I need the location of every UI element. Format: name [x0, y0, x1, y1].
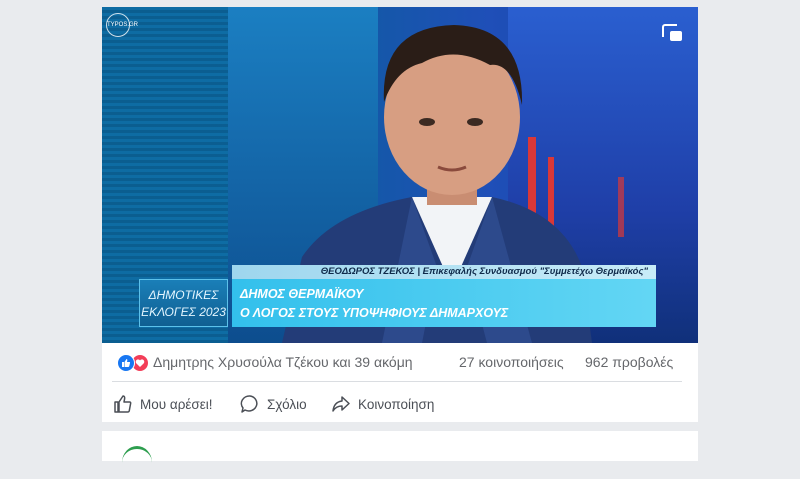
- next-post-card: [102, 431, 698, 461]
- views-count: 962 προβολές: [585, 354, 674, 370]
- lower-third-headline-2: Ο ΛΟΓΟΣ ΣΤΟΥΣ ΥΠΟΨΗΦΙΟΥΣ ΔΗΜΑΡΧΟΥΣ: [240, 306, 509, 320]
- like-button[interactable]: Μου αρέσει!: [113, 393, 213, 415]
- engagement-stats: Δημητρης Χρυσούλα Τζέκου και 39 ακόμη 27…: [102, 351, 698, 375]
- action-bar: Μου αρέσει! Σχόλιο Κοινοποίηση: [102, 389, 698, 419]
- avatar[interactable]: [122, 446, 152, 479]
- video-player[interactable]: TYPOS.GR ΘΕΟΔΩΡΟΣ ΤΖΕΚΟΣ | Επικεφαλής Συ…: [102, 7, 698, 343]
- comment-label: Σχόλιο: [267, 396, 307, 412]
- reaction-icons[interactable]: [117, 354, 151, 372]
- lower-third-headline-1: ΔΗΜΟΣ ΘΕΡΜΑΪΚΟΥ: [240, 287, 364, 301]
- lower-third-name: ΘΕΟΔΩΡΟΣ ΤΖΕΚΟΣ | Επικεφαλής Συνδυασμού …: [232, 265, 656, 279]
- share-label: Κοινοποίηση: [358, 396, 435, 412]
- lower-third-box-line2: ΕΚΛΟΓΕΣ 2023: [141, 305, 226, 319]
- divider: [112, 381, 682, 382]
- reactors-text[interactable]: Δημητρης Χρυσούλα Τζέκου και 39 ακόμη: [153, 354, 413, 370]
- picture-in-picture-icon[interactable]: [662, 23, 684, 43]
- share-arrow-icon: [332, 396, 350, 412]
- lower-third-election-box: ΔΗΜΟΤΙΚΕΣ ΕΚΛΟΓΕΣ 2023: [139, 279, 228, 327]
- share-button[interactable]: Κοινοποίηση: [331, 393, 434, 415]
- video-post-card: TYPOS.GR ΘΕΟΔΩΡΟΣ ΤΖΕΚΟΣ | Επικεφαλής Συ…: [102, 7, 698, 422]
- lower-third-box-line1: ΔΗΜΟΤΙΚΕΣ: [148, 288, 219, 302]
- shares-count[interactable]: 27 κοινοποιήσεις: [459, 354, 564, 370]
- speech-bubble-icon: [240, 395, 258, 413]
- like-label: Μου αρέσει!: [140, 396, 213, 412]
- lower-third-headline: ΔΗΜΟΣ ΘΕΡΜΑΪΚΟΥ Ο ΛΟΓΟΣ ΣΤΟΥΣ ΥΠΟΨΗΦΙΟΥΣ…: [232, 279, 656, 327]
- comment-button[interactable]: Σχόλιο: [240, 393, 307, 415]
- channel-logo: TYPOS.GR: [106, 13, 138, 37]
- like-icon: [117, 354, 135, 372]
- thumbs-up-icon: [114, 395, 132, 413]
